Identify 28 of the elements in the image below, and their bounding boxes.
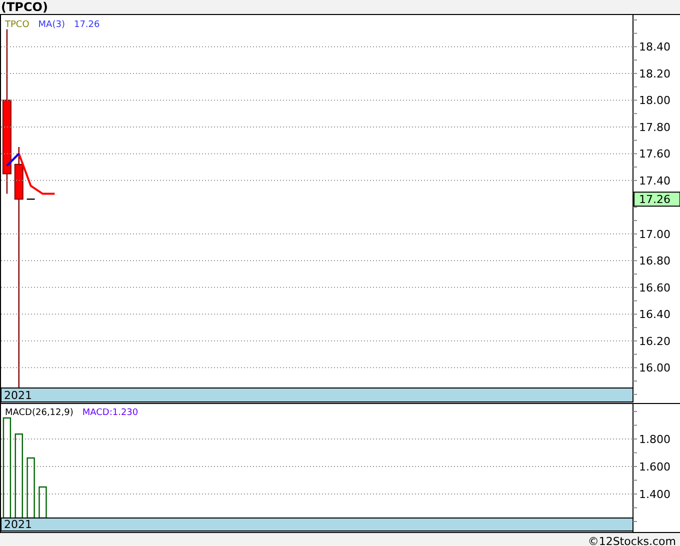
legend-label: MA(3) <box>38 20 65 30</box>
histogram-bar <box>38 486 47 519</box>
axis-label: 17.80 <box>639 120 670 134</box>
year-label: 2021 <box>4 389 32 402</box>
axis-label: 18.00 <box>639 94 670 108</box>
year-label: 2021 <box>4 518 32 531</box>
legend-label: MACD(26,12,9) <box>5 408 74 418</box>
axis-label: 17.40 <box>639 174 670 188</box>
axis-label: 16.00 <box>639 362 670 375</box>
axis-label: 18.40 <box>639 40 670 54</box>
legend-label: 17.26 <box>74 20 100 30</box>
axis-label: 16.80 <box>639 254 670 268</box>
axis-label: 17.00 <box>639 228 670 241</box>
axis-label: 1.600 <box>639 460 670 474</box>
histogram-bar <box>26 457 35 519</box>
axis-label: 16.60 <box>639 281 670 294</box>
axis-label: 16.20 <box>639 334 670 348</box>
axis-label: 18.20 <box>639 67 670 80</box>
legend-label: TPCO <box>5 20 30 30</box>
copyright-text: ©12Stocks.com <box>588 534 676 546</box>
price-tag: 17.26 <box>634 192 680 207</box>
chart-title: (TPCO) <box>0 0 49 14</box>
axis-label: 16.40 <box>639 308 670 322</box>
axis-label: 17.60 <box>639 148 670 161</box>
legend-label: MACD:1.230 <box>82 408 138 418</box>
axis-label: 1.400 <box>639 488 670 501</box>
rising-segment <box>6 152 20 166</box>
axis-label: 1.800 <box>639 433 670 446</box>
